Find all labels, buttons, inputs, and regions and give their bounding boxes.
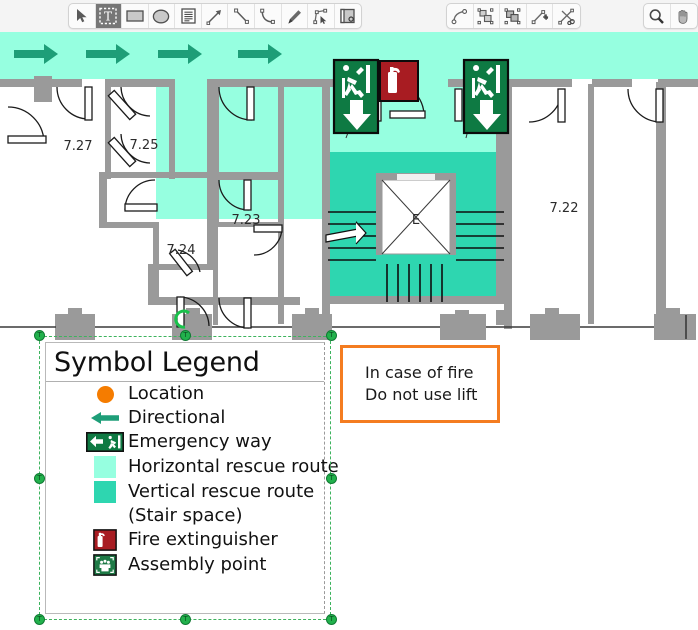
legend-item-label: Location (128, 383, 205, 404)
main-toolbar: T (0, 0, 698, 33)
legend-item-label: Directional (128, 407, 226, 428)
bezier-path-icon-button[interactable] (447, 4, 474, 28)
arrow-line-icon-button[interactable] (202, 4, 229, 28)
legend-item-label: Emergency way (128, 431, 272, 452)
rectangle-icon-button[interactable] (122, 4, 149, 28)
legend-item-label: Horizontal rescue route (128, 455, 339, 477)
room-label-7-24: 7.24 (167, 243, 196, 258)
image-icon-button[interactable] (335, 4, 361, 28)
emergency-exit-down-sign-left (332, 58, 380, 139)
room-label-7-22: 7.22 (550, 201, 579, 216)
fire-extinguisher-sign (379, 60, 419, 102)
legend-item-label: Vertical rescue route (128, 480, 315, 502)
bottom-boundary-line (0, 315, 687, 339)
legend-item-label: (Stair space) (128, 505, 243, 526)
add-node-icon-button[interactable] (527, 4, 554, 28)
room-label-7-23: 7.23 (232, 213, 261, 228)
vertical-route-swatch (86, 480, 124, 503)
pen-icon-button[interactable] (282, 4, 309, 28)
legend-title: Symbol Legend (46, 343, 324, 382)
emergency-exit-down-sign-right (462, 58, 510, 139)
node-edit-icon-button[interactable] (308, 4, 335, 28)
toolbar-group-draw-tools: T (68, 3, 363, 29)
symbol-legend-panel[interactable]: Symbol Legend Location Directional Emerg… (45, 342, 339, 614)
hand-pan-icon-button[interactable] (671, 4, 697, 28)
legend-item-fire-extinguisher[interactable]: Fire extinguisher (46, 528, 324, 552)
legend-item-horizontal-route[interactable]: Horizontal rescue route (46, 454, 339, 479)
text-block-icon-button[interactable] (175, 4, 202, 28)
ungroup-objects-icon-button[interactable] (500, 4, 527, 28)
room-label-7-27: 7.27 (64, 139, 93, 154)
magnifier-icon-button[interactable] (644, 4, 671, 28)
legend-item-stair-space-cont: (Stair space) (46, 504, 324, 528)
fire-notice-line1: In case of fire (365, 363, 474, 382)
legend-item-directional[interactable]: Directional (46, 406, 324, 430)
horizontal-route-swatch (86, 455, 124, 478)
elevator-shaft: E (381, 174, 451, 255)
curve-icon-button[interactable] (255, 4, 282, 28)
ellipse-icon-button[interactable] (149, 4, 176, 28)
toolbar-group-path-tools (446, 3, 581, 29)
horizontal-rescue-corridor-branch (156, 79, 328, 219)
fire-notice-line2: Do not use lift (365, 385, 478, 404)
legend-item-vertical-route[interactable]: Vertical rescue route (46, 479, 324, 504)
legend-item-label: Assembly point (128, 553, 267, 575)
legend-item-label: Fire extinguisher (128, 529, 278, 550)
svg-text:T: T (104, 9, 112, 23)
elevator-letter: E (412, 213, 420, 228)
text-tool-icon-button[interactable]: T (95, 4, 123, 28)
directional-arrow-icon (86, 412, 124, 424)
assembly-point-icon (86, 553, 124, 576)
toolbar-group-view-tools (642, 3, 698, 29)
split-path-icon-button[interactable] (553, 4, 579, 28)
line-icon-button[interactable] (228, 4, 255, 28)
cursor-arrow-icon-button[interactable] (69, 4, 96, 28)
legend-item-emergency-way[interactable]: Emergency way (46, 430, 324, 454)
fire-extinguisher-icon (86, 529, 124, 551)
legend-item-location[interactable]: Location (46, 382, 324, 406)
fire-notice-box[interactable]: In case of fire Do not use lift (340, 345, 500, 423)
emergency-way-sign-icon (86, 432, 124, 452)
group-objects-icon-button[interactable] (474, 4, 501, 28)
room-label-7-25: 7.25 (130, 138, 159, 153)
legend-item-assembly-point[interactable]: Assembly point (46, 552, 324, 577)
location-dot-icon (86, 385, 124, 403)
